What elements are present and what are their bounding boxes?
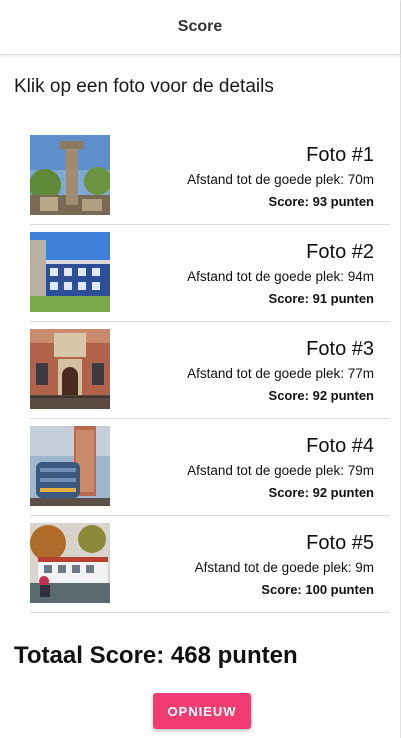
photo-score: Score: 92 punten [268,388,374,403]
glass-tower-photo-thumbnail[interactable] [30,426,110,506]
photo-title: Foto #3 [306,338,374,360]
brick-facade-photo-thumbnail[interactable] [30,329,110,409]
glass-tower-photo-icon [30,426,110,506]
photo-score: Score: 92 punten [268,485,374,500]
photo-score: Score: 91 punten [268,291,374,306]
photo-distance: Afstand tot de goede plek: 94m [187,269,374,284]
photo-list-item[interactable]: Foto #3 Afstand tot de goede plek: 77m S… [30,322,390,419]
app-bar: Score [0,0,400,55]
houseboat-photo-thumbnail[interactable] [30,523,110,603]
photo-title: Foto #4 [306,435,374,457]
statue-photo-icon [30,135,110,215]
statue-photo-thumbnail[interactable] [30,135,110,215]
restart-button[interactable]: OPNIEUW [153,693,251,729]
total-score: Totaal Score: 468 punten [14,642,298,669]
blue-building-photo-icon [30,232,110,312]
photo-list-item[interactable]: Foto #4 Afstand tot de goede plek: 79m S… [30,419,390,516]
photo-list-item[interactable]: Foto #5 Afstand tot de goede plek: 9m Sc… [30,516,390,613]
photo-title: Foto #5 [306,532,374,554]
houseboat-photo-icon [30,523,110,603]
instruction-text: Klik op een foto voor de details [14,76,274,97]
photo-list-item[interactable]: Foto #2 Afstand tot de goede plek: 94m S… [30,225,390,322]
photo-list: Foto #1 Afstand tot de goede plek: 70m S… [30,128,390,613]
photo-distance: Afstand tot de goede plek: 79m [187,463,374,478]
photo-distance: Afstand tot de goede plek: 70m [187,172,374,187]
photo-score: Score: 100 punten [261,582,374,597]
blue-building-photo-thumbnail[interactable] [30,232,110,312]
photo-list-item[interactable]: Foto #1 Afstand tot de goede plek: 70m S… [30,128,390,225]
photo-title: Foto #2 [306,241,374,263]
photo-title: Foto #1 [306,144,374,166]
brick-facade-photo-icon [30,329,110,409]
score-screen: Score Klik op een foto voor de details F… [0,0,401,738]
photo-score: Score: 93 punten [268,194,374,209]
photo-distance: Afstand tot de goede plek: 9m [194,560,374,575]
page-title: Score [177,18,223,35]
photo-distance: Afstand tot de goede plek: 77m [187,366,374,381]
